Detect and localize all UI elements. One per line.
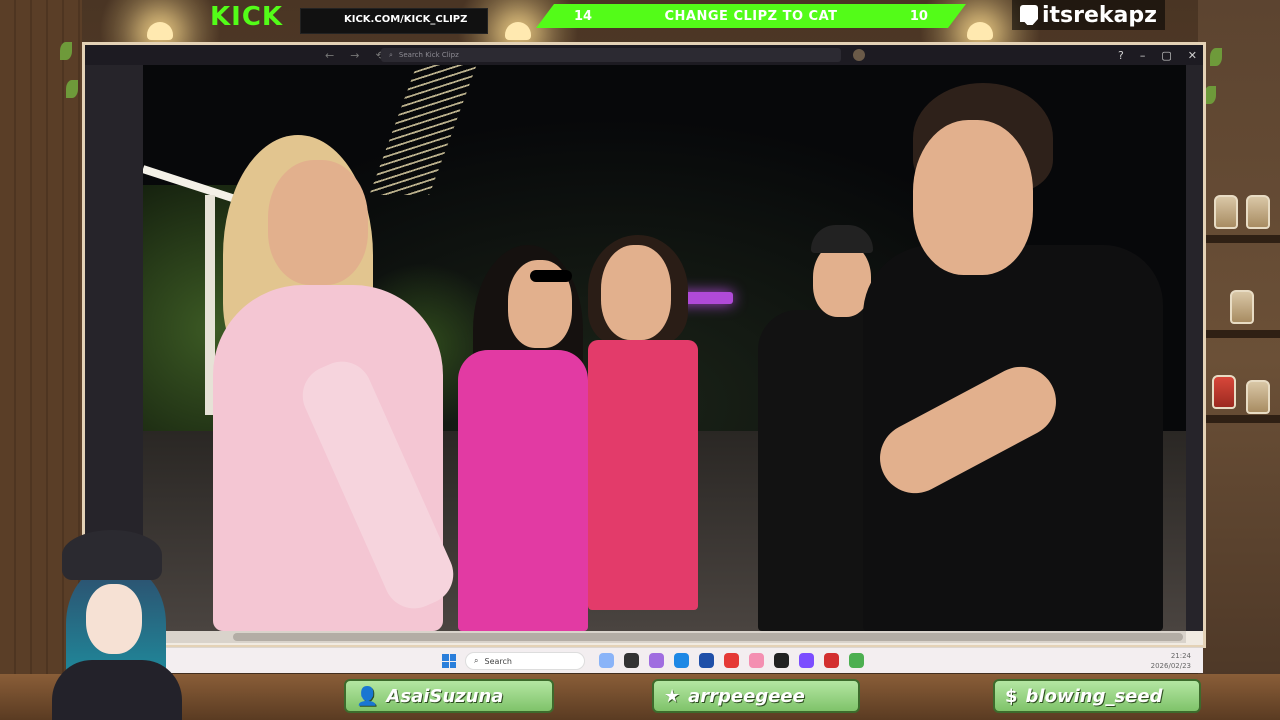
taskbar-app-icon[interactable] bbox=[699, 653, 714, 668]
app-right-edge bbox=[1186, 65, 1203, 631]
taskbar-search-label: Search bbox=[484, 656, 512, 666]
browser-titlebar: ← → ⟲ ⌕ Search Kick Clipz ? – ▢ ✕ bbox=[85, 45, 1203, 65]
chat-tag: 👤 AsaiSuzuna bbox=[344, 679, 554, 713]
vtuber-avatar bbox=[22, 520, 202, 720]
nav-controls: ← → ⟲ bbox=[325, 45, 385, 65]
jar bbox=[1214, 195, 1238, 229]
pinned-apps bbox=[599, 653, 864, 668]
kick-url: KICK.COM/KICK_CLIPZ bbox=[344, 14, 468, 25]
horizontal-scrollbar[interactable] bbox=[143, 631, 1186, 643]
right-shelf-decor bbox=[1198, 0, 1280, 720]
taskbar-app-icon[interactable] bbox=[824, 653, 839, 668]
video-player[interactable] bbox=[143, 65, 1186, 631]
chat-tag-name: AsaiSuzuna bbox=[386, 685, 504, 707]
clock-date: 2026/02/23 bbox=[1150, 662, 1191, 670]
search-input[interactable]: ⌕ Search Kick Clipz bbox=[381, 48, 841, 62]
taskbar-app-icon[interactable] bbox=[749, 653, 764, 668]
jar bbox=[1230, 290, 1254, 324]
vote-bar: 14 CHANGE CLIPZ TO CAT 10 bbox=[536, 4, 966, 28]
clock-time: 21:24 bbox=[1170, 652, 1191, 660]
taskbar-app-icon[interactable] bbox=[799, 653, 814, 668]
taskbar: ⌕ Search 21:24 2026/02/23 bbox=[143, 647, 1203, 673]
face bbox=[268, 160, 368, 285]
leaf bbox=[66, 80, 78, 98]
chat-tag-name: blowing_seed bbox=[1025, 685, 1163, 707]
chat-tag-name: arrpeegeee bbox=[688, 685, 805, 707]
taskbar-app-icon[interactable] bbox=[849, 653, 864, 668]
sunglasses bbox=[530, 270, 572, 282]
vote-label: CHANGE CLIPZ TO CAT bbox=[664, 8, 838, 24]
avatar-face bbox=[86, 584, 142, 654]
jar bbox=[1246, 195, 1270, 229]
vote-right-count: 10 bbox=[909, 8, 928, 24]
avatar-hat bbox=[62, 530, 162, 580]
search-icon: ⌕ bbox=[474, 656, 479, 665]
chat-tag: ★ arrpeegeee bbox=[652, 679, 860, 713]
shelf bbox=[1198, 415, 1280, 423]
help-icon[interactable]: ? bbox=[1118, 49, 1124, 62]
taskbar-app-icon[interactable] bbox=[774, 653, 789, 668]
jar bbox=[1212, 375, 1236, 409]
system-clock[interactable]: 21:24 2026/02/23 bbox=[1151, 651, 1191, 671]
face bbox=[601, 245, 671, 340]
taskbar-search[interactable]: ⌕ Search bbox=[465, 652, 585, 670]
avatar[interactable] bbox=[853, 49, 865, 61]
taskbar-app-icon[interactable] bbox=[649, 653, 664, 668]
shelf bbox=[1198, 330, 1280, 338]
dress bbox=[588, 340, 698, 610]
window-controls: ? – ▢ ✕ bbox=[1118, 45, 1197, 65]
close-button[interactable]: ✕ bbox=[1188, 49, 1197, 62]
face bbox=[813, 243, 871, 317]
back-icon[interactable]: ← bbox=[325, 49, 334, 62]
start-button[interactable] bbox=[442, 654, 456, 668]
chat-tag: $ blowing_seed bbox=[993, 679, 1201, 713]
taskbar-app-icon[interactable] bbox=[724, 653, 739, 668]
dress bbox=[458, 350, 588, 631]
kick-logo: KICK bbox=[210, 2, 284, 32]
person-icon: 👤 bbox=[356, 685, 379, 707]
star-icon: ★ bbox=[664, 685, 681, 707]
jar bbox=[1246, 380, 1270, 414]
forward-icon[interactable]: → bbox=[350, 49, 359, 62]
scrollbar-thumb[interactable] bbox=[233, 633, 1183, 641]
search-placeholder: Search Kick Clipz bbox=[398, 51, 459, 59]
face bbox=[913, 120, 1033, 275]
twitch-handle: itsrekapz bbox=[1042, 2, 1157, 28]
taskbar-app-icon[interactable] bbox=[674, 653, 689, 668]
leaf bbox=[60, 42, 72, 60]
twitch-handle-badge: itsrekapz bbox=[1012, 0, 1165, 30]
avatar-coat bbox=[52, 660, 182, 720]
taskbar-app-icon[interactable] bbox=[599, 653, 614, 668]
search-icon: ⌕ bbox=[389, 50, 393, 59]
leaf bbox=[1210, 48, 1222, 66]
taskbar-app-icon[interactable] bbox=[624, 653, 639, 668]
shelf bbox=[1198, 235, 1280, 243]
dollar-icon: $ bbox=[1005, 685, 1018, 707]
twitch-icon bbox=[1020, 5, 1038, 25]
vote-left-count: 14 bbox=[574, 8, 593, 24]
maximize-button[interactable]: ▢ bbox=[1161, 49, 1171, 62]
minimize-button[interactable]: – bbox=[1140, 49, 1146, 62]
